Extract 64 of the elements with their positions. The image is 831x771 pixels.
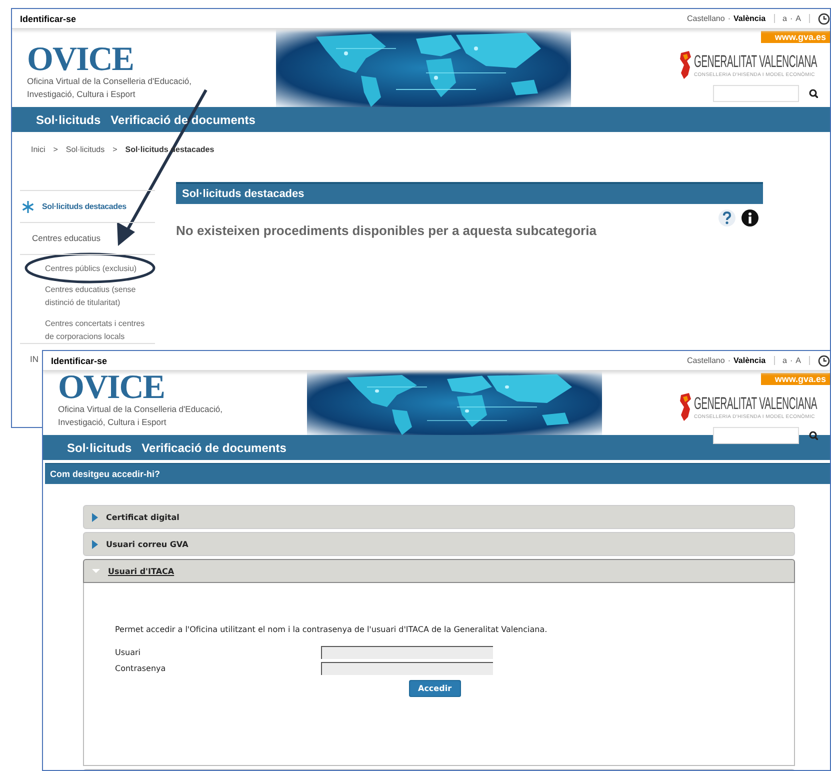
- caret-down-icon: [92, 569, 100, 573]
- help-icon: [718, 209, 736, 227]
- sidebar-subitem[interactable]: Centres concertats i centres de corporacions locals: [45, 317, 155, 343]
- section-title: Com desitgeu accedir-hi?: [45, 463, 830, 484]
- search-field[interactable]: [713, 85, 799, 102]
- input-field[interactable]: [321, 646, 493, 659]
- accordion-title: Usuari d'ITACA: [108, 566, 174, 576]
- separator: ·: [790, 356, 793, 365]
- logo-subtitle: Oficina Virtual de la Conselleria d'Educació,: [27, 75, 192, 88]
- logo[interactable]: OVICE: [58, 373, 164, 403]
- empty-message: No existeixen procediments disponibles per a aquesta subcategoria: [176, 223, 598, 238]
- field-label: Contrasenya: [115, 664, 167, 673]
- separator: ·: [728, 356, 730, 365]
- separator: ·: [790, 14, 793, 23]
- sidebar-subitem[interactable]: Centres educatius (sense distinció de titularitat): [45, 283, 155, 309]
- font-size-link[interactable]: A: [796, 14, 801, 23]
- logo[interactable]: OVICE: [27, 45, 134, 75]
- language-link[interactable]: Castellano: [687, 356, 725, 365]
- sidebar-item[interactable]: IN: [20, 344, 38, 366]
- search-icon: [809, 431, 818, 440]
- emblem-icon: [679, 51, 691, 79]
- font-size-link[interactable]: A: [796, 356, 801, 365]
- search-field[interactable]: [713, 427, 799, 444]
- asterisk-icon: [22, 200, 34, 212]
- caret-right-icon: [92, 512, 98, 522]
- brand-name: GENERALITAT VALENCIANA: [694, 52, 818, 72]
- logo-subtitle: Investigació, Cultura i Esport: [27, 88, 136, 101]
- accordion-header[interactable]: Usuari d'ITACA: [83, 559, 795, 583]
- breadcrumb-separator: >: [53, 145, 58, 154]
- sidebar-subitem[interactable]: Centres públics (exclusiu): [45, 262, 155, 275]
- language-link[interactable]: València: [734, 14, 766, 23]
- font-size-link[interactable]: a: [782, 14, 787, 23]
- accordion-title: Usuari correu GVA: [106, 540, 188, 548]
- section-title: Sol·licituds destacades: [176, 182, 763, 204]
- font-size-link[interactable]: a: [782, 356, 787, 365]
- nav-link[interactable]: Verificació de documents: [110, 112, 256, 126]
- accordion-header[interactable]: Usuari correu GVA: [83, 532, 795, 556]
- accordion-title: Certificat digital: [106, 512, 180, 522]
- emblem-icon: [679, 393, 691, 421]
- separator: ·: [728, 14, 730, 23]
- breadcrumb-separator: >: [112, 145, 118, 154]
- nav-link[interactable]: Verificació de documents: [142, 440, 286, 454]
- clock-icon: [818, 354, 830, 366]
- login-link[interactable]: Identificar-se: [20, 14, 76, 24]
- logo-subtitle: Oficina Virtual de la Conselleria d'Educació,: [58, 403, 222, 416]
- sidebar-heading[interactable]: Sol·licituds destacades: [42, 202, 126, 211]
- logo-subtitle: Investigació, Cultura i Esport: [58, 416, 166, 429]
- input-field[interactable]: [321, 662, 493, 675]
- nav-link[interactable]: Sol·licituds: [67, 440, 132, 454]
- breadcrumb-link[interactable]: Sol·licituds: [66, 145, 105, 154]
- language-link[interactable]: València: [734, 356, 766, 365]
- accordion-header[interactable]: Certificat digital: [83, 505, 795, 529]
- field-label: Usuari: [115, 648, 142, 657]
- breadcrumb-link[interactable]: Inici: [31, 145, 46, 154]
- clock-icon: [818, 12, 830, 24]
- caret-right-icon: [92, 540, 98, 548]
- submit-button[interactable]: Accedir: [409, 680, 461, 697]
- nav-link[interactable]: Sol·licituds: [36, 112, 101, 126]
- info-icon: [741, 209, 759, 227]
- language-link[interactable]: Castellano: [687, 14, 725, 23]
- login-link[interactable]: Identificar-se: [51, 356, 108, 366]
- search-icon: [809, 89, 818, 98]
- brand-name: GENERALITAT VALENCIANA: [694, 394, 818, 414]
- description-text: Permet accedir a l'Oficina utilitzant el nom i la contrasenya de l'usuari d'ITACA de la Generalitat Valenciana.: [115, 625, 548, 634]
